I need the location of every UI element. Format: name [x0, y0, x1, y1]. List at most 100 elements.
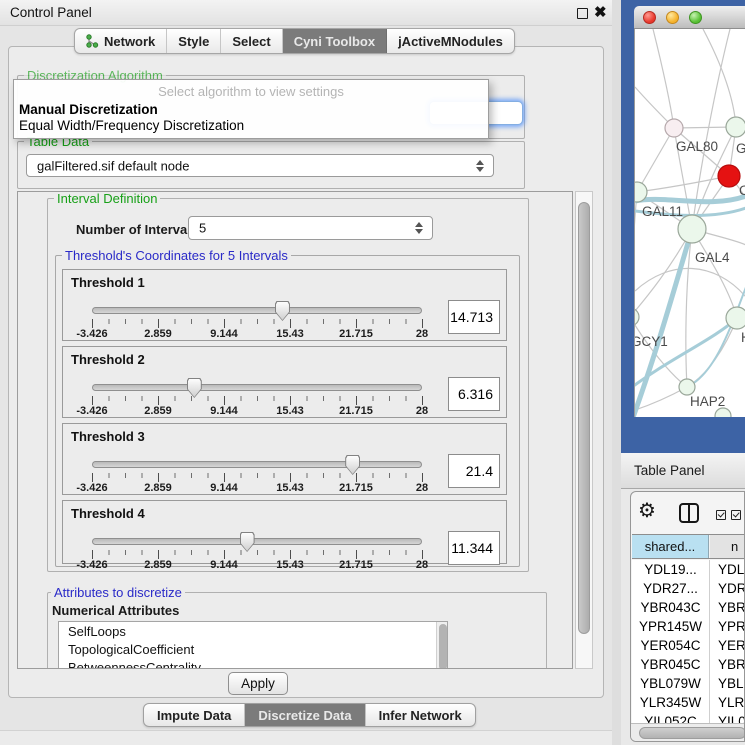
table-panel-header: Table Panel [621, 453, 745, 489]
table-row[interactable]: YLR345WYLR3 [632, 693, 745, 712]
tick-label: 9.144 [210, 405, 238, 417]
tab-style[interactable]: Style [167, 29, 221, 53]
node-gal4[interactable] [678, 215, 706, 243]
minimize-traffic-light-icon[interactable] [666, 11, 679, 24]
network-view-frame: GAL80 G C GAL11 GAL4 GCY1 H HAP2 [621, 0, 745, 453]
threshold-1-value-field[interactable] [448, 300, 500, 334]
threshold-4-slider-track[interactable] [92, 538, 422, 545]
threshold-3-value-field[interactable] [448, 454, 500, 488]
tick-label: 28 [416, 328, 428, 340]
control-panel-bottom-strip [0, 730, 612, 745]
tab-jactivemnodules[interactable]: jActiveMNodules [387, 29, 514, 53]
node-corner[interactable] [715, 408, 731, 417]
number-of-intervals-combobox[interactable]: 5 [188, 216, 433, 240]
tick-label: 2.859 [144, 405, 172, 417]
number-of-intervals-value: 5 [199, 221, 206, 236]
threshold-1-slider-track[interactable] [92, 307, 422, 314]
list-item-topologicalcoefficient[interactable]: TopologicalCoefficient [59, 640, 447, 658]
threshold-4-label: Threshold 4 [71, 506, 145, 521]
table-row[interactable]: YER054CYER0 [632, 636, 745, 655]
settings-vertical-scrollbar[interactable] [575, 191, 593, 669]
threshold-4-panel: Threshold 4 -3.426 2.859 9.144 15.43 21.… [62, 500, 507, 564]
algorithm-placeholder-item[interactable]: Select algorithm to view settings [14, 84, 488, 99]
threshold-4-slider-thumb[interactable] [240, 532, 255, 552]
interval-definition-group: Interval Definition Number of Intervals … [47, 198, 529, 572]
column-header-name[interactable]: n [710, 535, 745, 558]
threshold-2-label: Threshold 2 [71, 352, 145, 367]
thresholds-group-title: Threshold's Coordinates for 5 Intervals [62, 248, 291, 263]
attributes-group: Attributes to discretize Numerical Attri… [47, 592, 547, 669]
tick-label: 15.43 [276, 482, 304, 494]
table-data-combobox-value: galFiltered.sif default node [37, 158, 189, 173]
node-hap2[interactable] [679, 379, 695, 395]
threshold-2-value-field[interactable] [448, 377, 500, 411]
tab-discretize-data[interactable]: Discretize Data [245, 704, 365, 726]
table-horizontal-scrollbar[interactable] [631, 723, 745, 741]
table-row[interactable]: YDR27...YDR2 [632, 579, 745, 598]
threshold-2-slider-track[interactable] [92, 384, 422, 391]
table-row[interactable]: YBL079WYBL0 [632, 674, 745, 693]
gear-icon[interactable]: ⚙ [638, 498, 656, 523]
tick-label: 9.144 [210, 559, 238, 571]
attributes-list-scrollbar[interactable] [436, 622, 447, 669]
tick-label: 15.43 [276, 405, 304, 417]
tick-label: 28 [416, 482, 428, 494]
close-traffic-light-icon[interactable] [643, 11, 656, 24]
zoom-traffic-light-icon[interactable] [689, 11, 702, 24]
tick-label: 9.144 [210, 482, 238, 494]
table-data-combobox[interactable]: galFiltered.sif default node [26, 154, 494, 177]
slider-major-ticks [92, 550, 423, 559]
table-panel-title: Table Panel [634, 463, 705, 478]
scrollbar-thumb[interactable] [578, 202, 590, 634]
tick-label: 21.715 [339, 482, 373, 494]
tab-cyni-toolbox[interactable]: Cyni Toolbox [283, 29, 387, 53]
node-pink[interactable] [665, 119, 683, 137]
node-gcy1[interactable] [635, 308, 639, 326]
threshold-1-slider-thumb[interactable] [275, 301, 290, 321]
table-row[interactable]: YIL052CYIL0 [632, 712, 745, 723]
table-row[interactable]: YPR145WYPR1 [632, 617, 745, 636]
attributes-group-title: Attributes to discretize [51, 585, 185, 600]
algorithm-option-manual[interactable]: Manual Discretization [19, 102, 158, 117]
apply-button[interactable]: Apply [228, 672, 288, 695]
node-red-selected[interactable] [718, 165, 740, 187]
table-row[interactable]: YBR045CYBR0 [632, 655, 745, 674]
float-window-icon[interactable] [577, 8, 588, 19]
algorithm-option-equal-width[interactable]: Equal Width/Frequency Discretization [19, 118, 244, 133]
tick-label: 21.715 [339, 328, 373, 340]
checkbox-icon[interactable] [731, 510, 741, 520]
tick-label: 28 [416, 559, 428, 571]
threshold-2-slider-thumb[interactable] [187, 378, 202, 398]
scrollbar-thumb[interactable] [639, 727, 745, 739]
tab-infer-network[interactable]: Infer Network [366, 704, 475, 726]
close-icon[interactable]: ✖ [594, 3, 607, 21]
tab-select[interactable]: Select [221, 29, 282, 53]
tab-impute-data[interactable]: Impute Data [144, 704, 245, 726]
node-h[interactable] [726, 307, 745, 329]
list-item-betweennesscentrality[interactable]: BetweennessCentrality [59, 658, 447, 669]
cyni-toolbox-panel: Discretization Algorithm Select algorith… [8, 46, 604, 698]
tab-network[interactable]: Network [75, 29, 167, 53]
threshold-4-value-field[interactable] [448, 531, 500, 565]
list-item-selfloops[interactable]: SelfLoops [59, 622, 447, 640]
number-of-intervals-label: Number of Intervals [76, 222, 198, 237]
network-window-titlebar[interactable] [634, 6, 745, 29]
tick-label: -3.426 [76, 328, 107, 340]
table-row[interactable]: YBR043CYBR0 [632, 598, 745, 617]
tick-label: -3.426 [76, 405, 107, 417]
node-g[interactable] [726, 117, 745, 137]
tick-label: -3.426 [76, 559, 107, 571]
screen: Control Panel ✖ Network Style Select Cyn… [0, 0, 745, 745]
threshold-3-slider-track[interactable] [92, 461, 422, 468]
table-row[interactable]: YDL19...YDL1 [632, 560, 745, 579]
split-columns-icon[interactable] [679, 503, 699, 523]
threshold-2-panel: Threshold 2 -3.426 2.859 9.144 15.43 21.… [62, 346, 507, 418]
node-label-h: H [741, 330, 745, 345]
checkbox-icon[interactable] [716, 510, 726, 520]
column-header-shared-name[interactable]: shared... [632, 535, 709, 558]
network-canvas[interactable]: GAL80 G C GAL11 GAL4 GCY1 H HAP2 [634, 29, 745, 417]
tick-label: -3.426 [76, 482, 107, 494]
algorithm-dropdown-popup: Select algorithm to view settings Manual… [13, 79, 489, 139]
window-gap [612, 0, 621, 745]
threshold-3-slider-thumb[interactable] [345, 455, 360, 475]
